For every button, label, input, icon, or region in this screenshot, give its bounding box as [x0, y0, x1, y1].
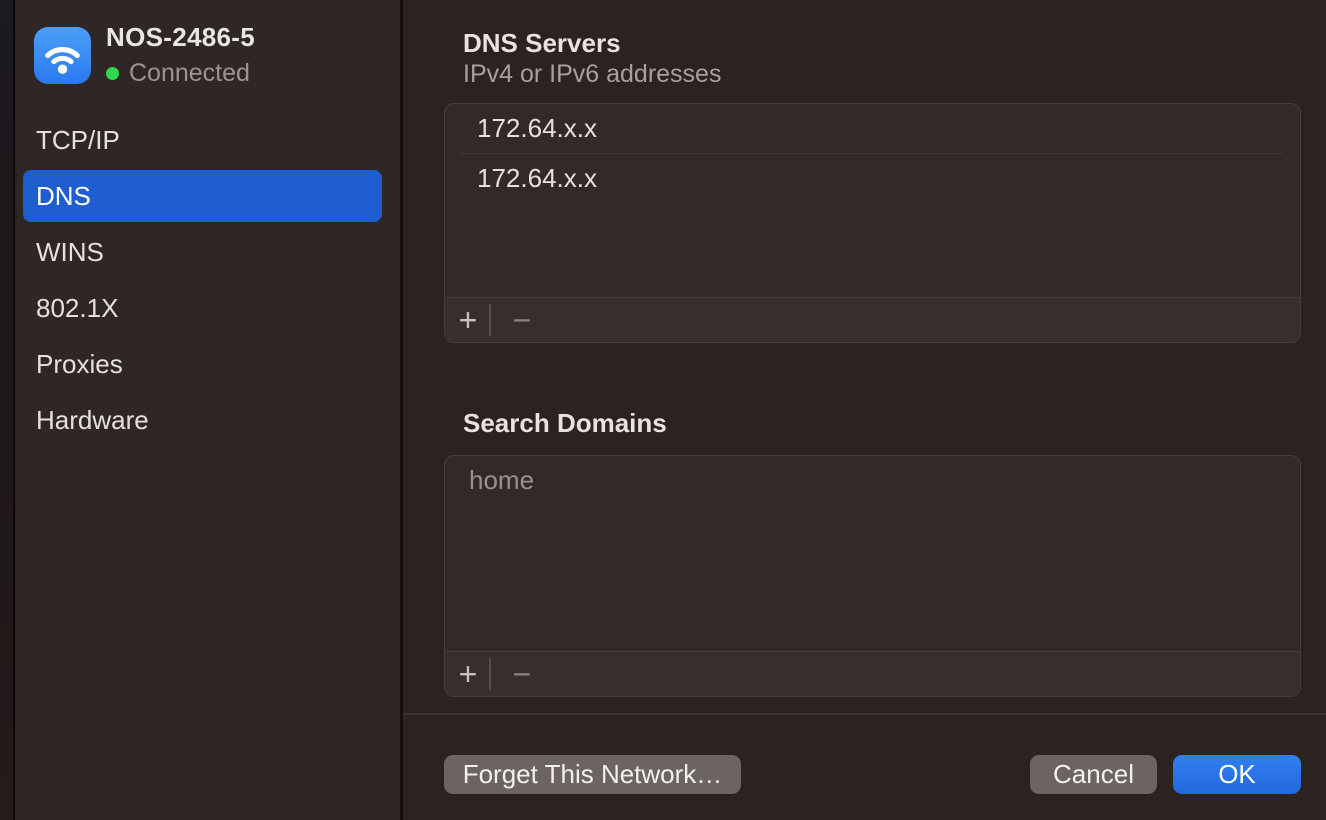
add-dns-server-button[interactable]: + — [447, 304, 489, 336]
sidebar-item-8021x[interactable]: 802.1X — [23, 282, 382, 334]
remove-dns-server-button[interactable]: − — [499, 304, 545, 336]
window-edge — [0, 0, 15, 820]
remove-search-domain-button[interactable]: − — [499, 658, 545, 690]
ok-button[interactable]: OK — [1173, 755, 1301, 794]
sidebar-item-dns[interactable]: DNS — [23, 170, 382, 222]
search-domain-entry[interactable]: home — [445, 456, 1300, 505]
connected-status-dot — [106, 67, 119, 80]
dns-server-entry[interactable]: 172.64.x.x — [445, 154, 1300, 203]
dns-settings-pane: DNS Servers IPv4 or IPv6 addresses 172.6… — [403, 0, 1326, 820]
wifi-network-details-window: NOS-2486-5 Connected TCP/IP DNS WINS 802… — [0, 0, 1326, 820]
dns-servers-subtitle: IPv4 or IPv6 addresses — [463, 60, 721, 89]
network-status: Connected — [106, 59, 255, 88]
sidebar-item-tcpip[interactable]: TCP/IP — [23, 114, 382, 166]
sidebar-item-wins[interactable]: WINS — [23, 226, 382, 278]
toolbar-separator — [489, 304, 491, 336]
dns-servers-list-toolbar: + − — [445, 297, 1300, 342]
network-name: NOS-2486-5 — [106, 22, 255, 53]
search-domains-list-toolbar: + − — [445, 651, 1300, 696]
toolbar-separator — [489, 658, 491, 690]
dns-servers-list: 172.64.x.x 172.64.x.x + − — [444, 103, 1301, 343]
wifi-icon — [34, 27, 91, 84]
dns-servers-title: DNS Servers — [463, 28, 621, 59]
connected-status-label: Connected — [129, 59, 250, 88]
forget-network-button[interactable]: Forget This Network… — [444, 755, 741, 794]
search-domains-list: home + − — [444, 455, 1301, 697]
search-domains-title: Search Domains — [463, 408, 667, 439]
network-meta: NOS-2486-5 Connected — [106, 22, 255, 88]
footer-divider — [403, 713, 1326, 715]
cancel-button[interactable]: Cancel — [1030, 755, 1157, 794]
network-header: NOS-2486-5 Connected — [17, 0, 400, 88]
sidebar-item-proxies[interactable]: Proxies — [23, 338, 382, 390]
sidebar-nav: TCP/IP DNS WINS 802.1X Proxies Hardware — [17, 114, 400, 446]
sidebar: NOS-2486-5 Connected TCP/IP DNS WINS 802… — [17, 0, 403, 820]
dns-server-entry[interactable]: 172.64.x.x — [445, 104, 1300, 153]
add-search-domain-button[interactable]: + — [447, 658, 489, 690]
sidebar-item-hardware[interactable]: Hardware — [23, 394, 382, 446]
